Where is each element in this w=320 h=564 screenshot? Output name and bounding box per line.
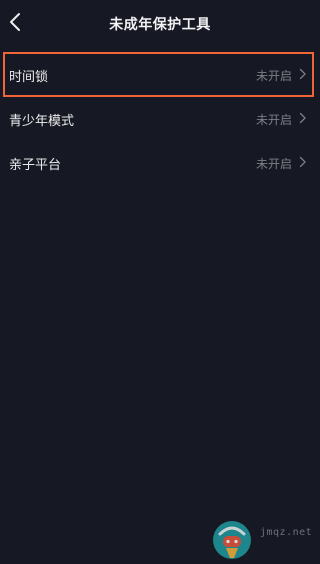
- row-status: 未开启: [255, 113, 292, 127]
- row-status: 未开启: [255, 157, 292, 171]
- row-label: 青少年模式: [9, 114, 75, 129]
- settings-list: 时间锁 未开启 青少年模式 未开启 亲子平台 未开启: [0, 52, 320, 184]
- settings-row-teen-mode[interactable]: 青少年模式 未开启: [0, 96, 320, 140]
- watermark-text: jmqz.net: [260, 527, 313, 538]
- chevron-right-icon: [299, 156, 307, 168]
- settings-row-time-lock[interactable]: 时间锁 未开启: [0, 52, 320, 96]
- settings-row-parent-platform[interactable]: 亲子平台 未开启: [0, 140, 320, 184]
- row-label: 时间锁: [9, 70, 49, 85]
- watermark: jmqz.net: [208, 512, 320, 560]
- top-bar: 未成年保护工具: [0, 0, 320, 46]
- gamepad-mascot-icon: [208, 512, 256, 560]
- chevron-right-icon: [299, 68, 307, 80]
- row-status: 未开启: [255, 69, 292, 83]
- chevron-right-icon: [299, 112, 307, 124]
- row-label: 亲子平台: [9, 158, 62, 173]
- page-title: 未成年保护工具: [109, 17, 211, 33]
